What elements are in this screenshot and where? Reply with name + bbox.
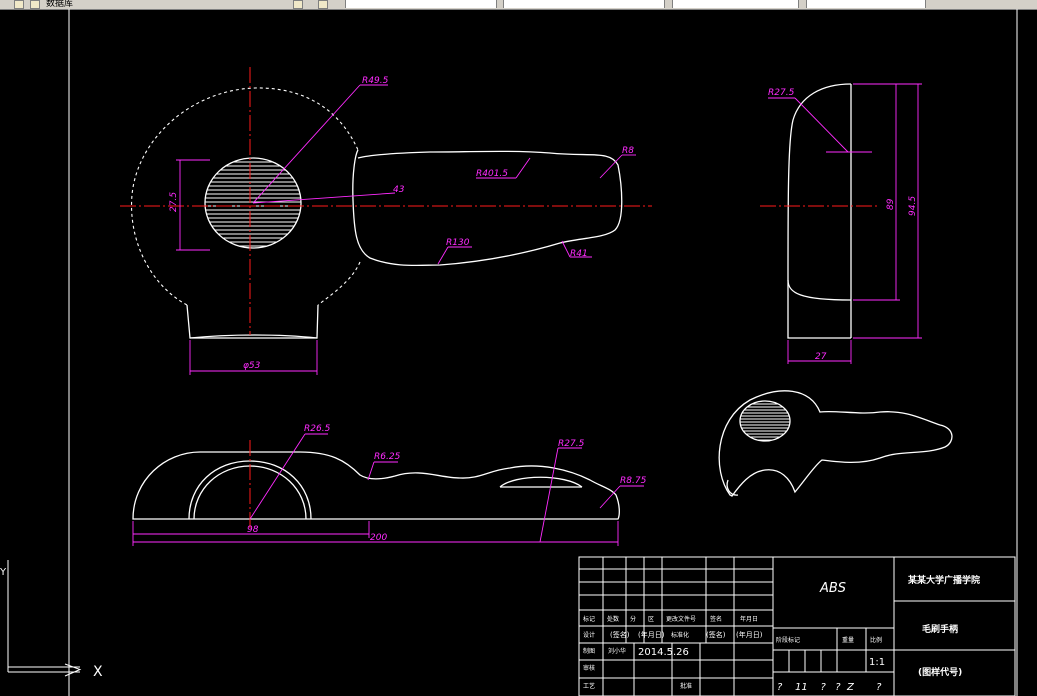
dim-r130: R130 — [446, 238, 470, 248]
save-icon[interactable] — [30, 0, 40, 9]
tb-drawn: 制图 — [583, 647, 595, 655]
dim-r401-5: R401.5 — [476, 169, 508, 179]
dim-leader — [539, 447, 559, 543]
tb-date: 2014.5.26 — [638, 647, 689, 658]
tb-h-date: 年月日 — [740, 615, 758, 623]
title-block: ABS 某某大学广播学院 毛刷手柄 (图样代号) 标记 处数 分 区 更改文件号… — [578, 556, 1016, 696]
tb-h-sign: 签名 — [710, 615, 722, 623]
dim-r49-5: R49.5 — [362, 76, 389, 86]
dim-r26-5: R26.5 — [304, 424, 331, 434]
toolbar-label: 数据库 — [46, 0, 74, 9]
tb-part-name: 毛刷手柄 — [922, 623, 958, 635]
drawing-canvas[interactable]: R49.5 27.5 43 R401.5 R8 R130 R41 φ53 R27… — [0, 9, 1037, 696]
dim-leader — [515, 157, 531, 179]
tb-std: 标准化 — [671, 631, 689, 639]
tb-revision-grid — [579, 557, 773, 696]
dim-27-5: 27.5 — [169, 192, 179, 212]
tb-h-count: 处数 — [607, 615, 619, 623]
front-view: R49.5 27.5 43 R401.5 R8 R130 R41 φ53 — [120, 67, 652, 375]
tb-material: ABS — [819, 581, 846, 596]
tb-std-sign: (签名) — [706, 630, 726, 639]
tb-design-sign: (签名) — [610, 630, 630, 639]
dim-200: 200 — [370, 533, 387, 543]
dim-r27-5-top: R27.5 — [558, 439, 585, 449]
tb-school: 某某大学广播学院 — [908, 574, 980, 586]
dim-98: 98 — [247, 525, 259, 535]
dim-r41: R41 — [570, 249, 588, 259]
open-icon[interactable] — [14, 0, 24, 9]
tb-h-mark: 标记 — [583, 615, 595, 623]
dim-27: 27 — [815, 352, 827, 362]
dim-leader — [794, 97, 849, 153]
tb-design-date: (年月日) — [638, 630, 665, 639]
tb-weight-label: 重量 — [842, 636, 854, 644]
bristle-hatching — [205, 161, 301, 247]
top-view: R26.5 R6.25 R27.5 R8.75 98 200 — [132, 424, 647, 546]
ucs-icon: X Y — [0, 560, 103, 680]
tb-scale-label: 比例 — [870, 636, 882, 644]
dim-leader — [249, 433, 306, 520]
dim-phi53: φ53 — [243, 361, 261, 371]
tb-approve: 批准 — [680, 682, 692, 690]
tb-h-change: 更改文件号 — [666, 615, 696, 623]
tb-std-date: (年月日) — [736, 630, 763, 639]
tb-scale: 1:1 — [869, 657, 885, 668]
tb-stage-label: 阶段标记 — [776, 636, 800, 644]
ucs-x-label: X — [93, 664, 103, 680]
top-bump — [499, 476, 583, 488]
side-outline — [787, 83, 852, 301]
dim-r6-25: R6.25 — [374, 452, 401, 462]
dim-r27-5-side: R27.5 — [768, 88, 795, 98]
head-dashed-arc — [130, 87, 359, 306]
dim-94-5: 94.5 — [908, 196, 918, 216]
color-dropdown[interactable] — [503, 0, 665, 8]
side-lower — [787, 280, 851, 339]
dim-r8: R8 — [622, 146, 634, 156]
head-dashed-arc-lower — [317, 261, 361, 306]
tb-check: 审核 — [583, 664, 595, 672]
side-view: R27.5 89 94.5 27 — [760, 83, 922, 364]
isometric-view — [718, 390, 953, 497]
linetype-dropdown[interactable] — [672, 0, 799, 8]
properties-icon[interactable] — [318, 0, 328, 9]
tb-design: 设计 — [583, 631, 595, 639]
tb-h-zone: 区 — [648, 616, 654, 623]
tb-process: 工艺 — [583, 682, 595, 690]
dim-leader — [561, 240, 571, 258]
dim-43: 43 — [393, 185, 405, 195]
dim-89: 89 — [886, 198, 896, 210]
tb-drawn-name: 刘小华 — [608, 647, 626, 655]
lineweight-dropdown[interactable] — [806, 0, 926, 8]
layer-dropdown[interactable] — [345, 0, 497, 8]
tb-h-div: 分 — [630, 615, 636, 623]
tb-drawing-no: (图样代号) — [918, 666, 962, 678]
dim-r8-75: R8.75 — [620, 476, 647, 486]
dim-leader — [252, 84, 361, 204]
ucs-arrow — [64, 663, 82, 677]
ucs-y-label: Y — [0, 567, 7, 578]
front-neck — [186, 304, 319, 339]
tb-sheets: ? 11 ? ? Z ? — [777, 682, 882, 693]
dim-leader — [437, 246, 449, 265]
dim-leader — [367, 461, 375, 481]
layer-icon[interactable] — [293, 0, 303, 9]
